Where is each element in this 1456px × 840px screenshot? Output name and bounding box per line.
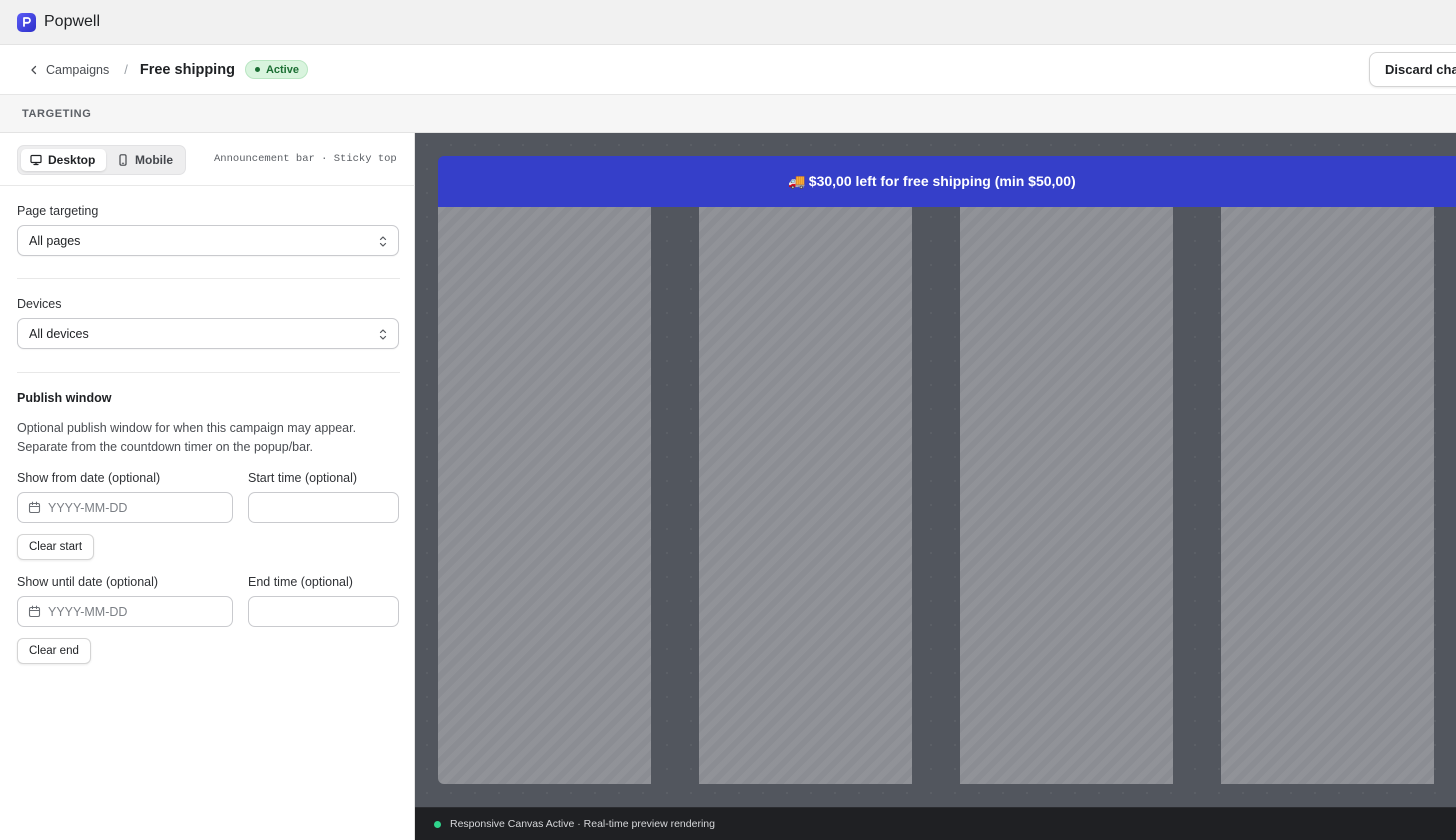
settings-panel: Desktop Mobile Announcement bar · Sticky… (0, 133, 415, 840)
calendar-icon (28, 605, 41, 618)
chevron-up-down-icon (379, 329, 387, 340)
announcement-message: $30,00 left for free shipping (min $50,0… (808, 173, 1076, 189)
section-bar: TARGETING (0, 95, 1456, 133)
status-dot-icon (254, 67, 260, 72)
delivery-truck-icon: 🚚 (788, 173, 806, 189)
chevron-up-down-icon (379, 236, 387, 247)
announcement-bar-text: 🚚 $30,00 left for free shipping (min $50,… (788, 173, 1127, 190)
start-time-input[interactable] (249, 493, 398, 522)
placeholder-product-card (438, 207, 651, 784)
divider (17, 278, 400, 279)
clear-end-button[interactable]: Clear end (17, 638, 91, 664)
show-until-date-field[interactable] (17, 596, 233, 627)
site-preview: 🚚 $30,00 left for free shipping (min $50,… (438, 156, 1456, 784)
chevron-left-icon (31, 65, 37, 74)
show-until-date-input[interactable] (48, 604, 208, 619)
show-from-date-field[interactable] (17, 492, 233, 523)
monitor-icon (30, 154, 42, 166)
back-link-label: Campaigns (46, 62, 110, 77)
calendar-icon (28, 501, 41, 514)
status-badge: Active (244, 60, 308, 79)
devices-label: Devices (17, 297, 62, 311)
placeholder-product-card (1221, 207, 1434, 784)
placeholder-product-card (699, 207, 912, 784)
end-time-input[interactable] (249, 597, 398, 626)
desktop-toggle-label: Desktop (48, 153, 96, 167)
canvas-status-text: Responsive Canvas Active · Real-time pre… (450, 818, 715, 830)
publish-window-description: Optional publish window for when this ca… (17, 421, 357, 454)
mobile-toggle-button[interactable]: Mobile (113, 149, 183, 171)
devices-select[interactable]: All devices (17, 318, 399, 349)
show-from-date-label: Show from date (optional) (17, 471, 161, 485)
show-from-date-input[interactable] (48, 500, 208, 515)
page-targeting-value: All pages (29, 233, 81, 248)
desktop-toggle-button[interactable]: Desktop (21, 149, 106, 171)
discard-changes-button[interactable]: Discard changes (1369, 52, 1456, 87)
start-time-label: Start time (optional) (248, 471, 358, 485)
back-to-campaigns-link[interactable]: Campaigns (28, 63, 109, 77)
status-badge-label: Active (265, 63, 299, 76)
live-status-dot-icon (434, 820, 441, 828)
announcement-bar[interactable]: 🚚 $30,00 left for free shipping (min $50,… (438, 156, 1456, 207)
device-toggle: Desktop Mobile (17, 145, 186, 175)
section-label: TARGETING (22, 107, 92, 120)
divider (17, 372, 400, 373)
page-targeting-label: Page targeting (17, 204, 99, 218)
breadcrumb-separator: / (124, 62, 128, 77)
devices-value: All devices (29, 326, 89, 341)
end-time-label: End time (optional) (248, 575, 353, 589)
show-until-date-label: Show until date (optional) (17, 575, 159, 589)
popwell-logo-icon (17, 12, 36, 32)
mobile-toggle-label: Mobile (135, 153, 173, 167)
preview-canvas: 🚚 $30,00 left for free shipping (min $50,… (415, 133, 1456, 807)
placeholder-product-card (960, 207, 1173, 784)
end-time-field[interactable] (248, 596, 399, 627)
page-header: Campaigns / Free shipping Active Discard… (0, 45, 1456, 95)
start-time-field[interactable] (248, 492, 399, 523)
canvas-status-bar: Responsive Canvas Active · Real-time pre… (415, 807, 1456, 840)
clear-start-button[interactable]: Clear start (17, 534, 95, 560)
smartphone-icon (119, 154, 127, 166)
brand-name: Popwell (44, 13, 101, 30)
preview-mode-info: Announcement bar · Sticky top (214, 153, 397, 165)
page-targeting-select[interactable]: All pages (17, 225, 399, 256)
app-topbar: Popwell (0, 0, 1456, 45)
page-title: Free shipping (139, 61, 235, 78)
publish-window-heading: Publish window (17, 391, 112, 405)
panel-divider (0, 185, 415, 186)
